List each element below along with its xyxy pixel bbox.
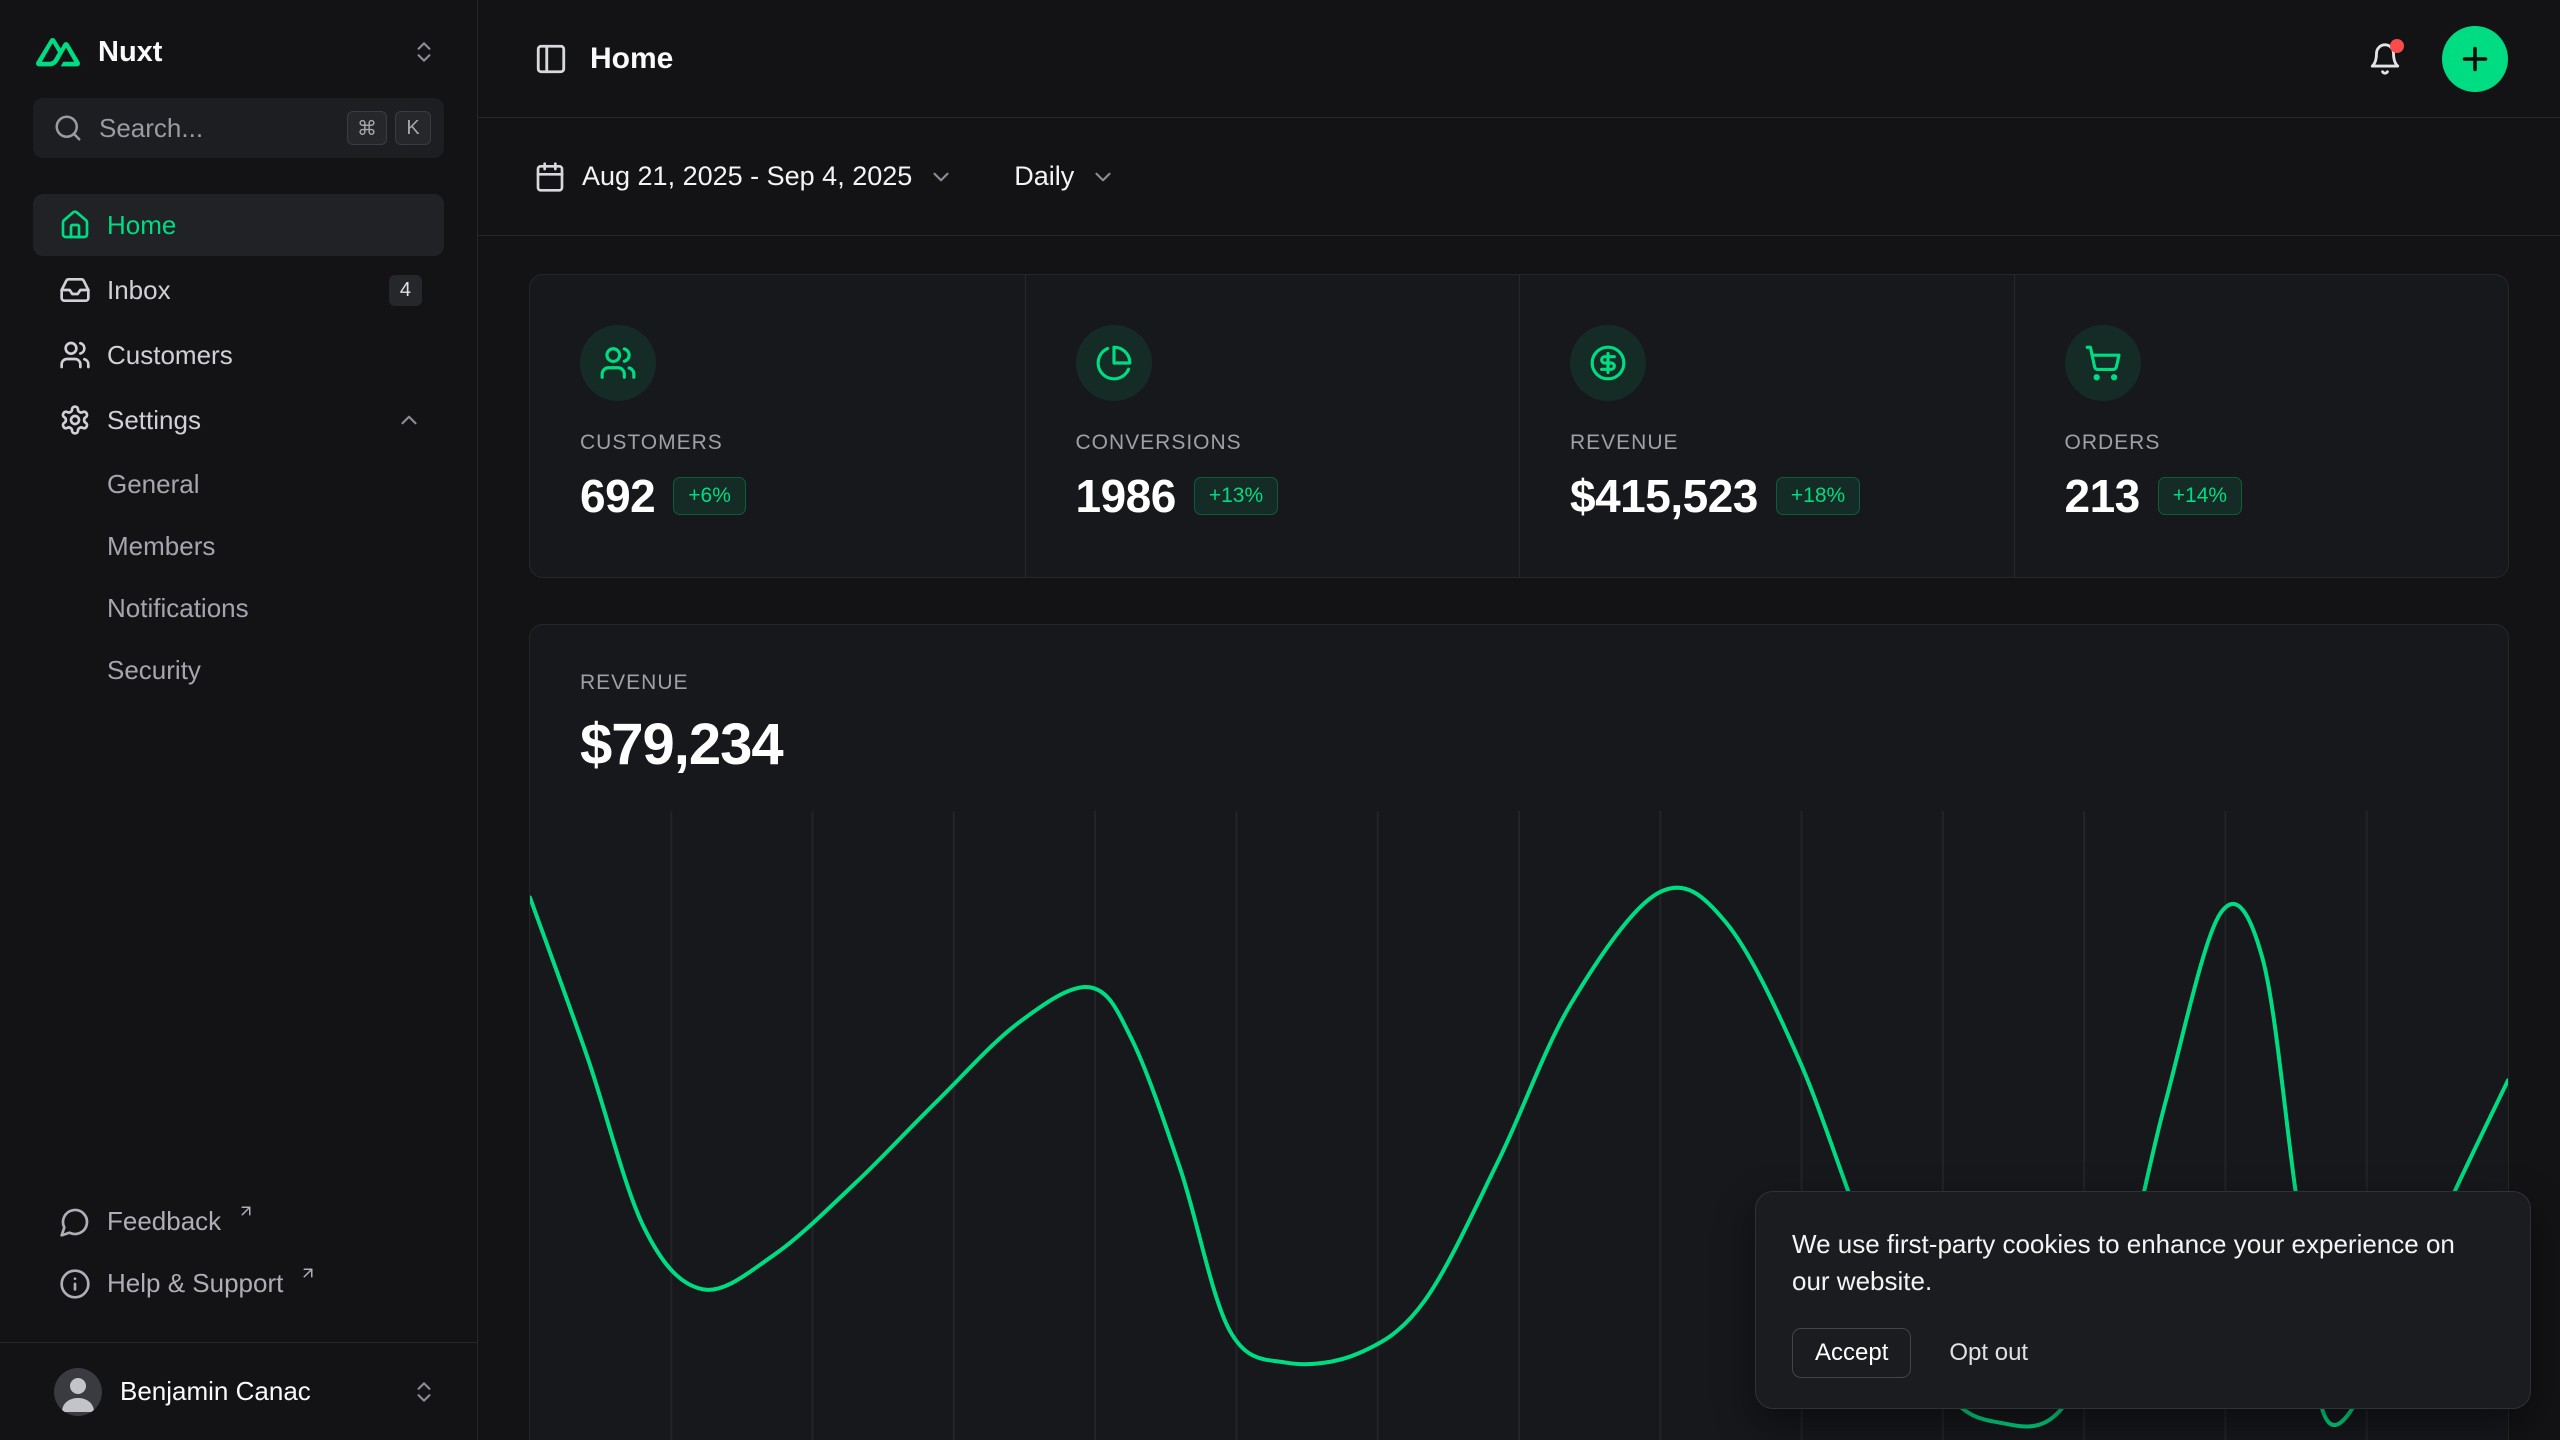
- user-name: Benjamin Canac: [120, 1376, 311, 1407]
- stat-card-revenue[interactable]: REVENUE $415,523 +18%: [1519, 275, 2014, 577]
- date-range-picker[interactable]: Aug 21, 2025 - Sep 4, 2025: [534, 161, 954, 193]
- stat-delta-badge: +14%: [2158, 477, 2242, 515]
- sidebar: Nuxt Search... ⌘ K Home: [0, 0, 478, 1440]
- stat-card-orders[interactable]: ORDERS 213 +14%: [2014, 275, 2509, 577]
- gear-icon: [59, 404, 91, 436]
- workspace-switcher[interactable]: Nuxt: [0, 0, 477, 98]
- page-title: Home: [590, 42, 673, 76]
- accept-cookies-button[interactable]: Accept: [1792, 1328, 1911, 1378]
- revenue-chart-value: $79,234: [580, 711, 2458, 778]
- sidebar-item-label: Customers: [107, 340, 233, 371]
- stat-value: 1986: [1076, 469, 1176, 523]
- revenue-chart-header: REVENUE $79,234: [530, 625, 2508, 778]
- kbd-meta: ⌘: [347, 111, 387, 145]
- stat-delta-badge: +18%: [1776, 477, 1860, 515]
- page-header: Home: [478, 0, 2560, 118]
- stat-card-customers[interactable]: CUSTOMERS 692 +6%: [530, 275, 1025, 577]
- sidebar-item-label: Home: [107, 210, 176, 241]
- workspace-name: Nuxt: [98, 36, 162, 69]
- shopping-cart-icon: [2065, 325, 2141, 401]
- chevron-down-icon: [1090, 164, 1116, 190]
- avatar: [54, 1368, 102, 1416]
- info-circle-icon: [59, 1268, 91, 1300]
- search-shortcut: ⌘ K: [347, 111, 431, 145]
- search-placeholder: Search...: [99, 113, 203, 144]
- users-icon: [59, 339, 91, 371]
- chevron-up-icon: [396, 407, 422, 433]
- sub-item-label: General: [107, 469, 200, 500]
- help-support-link[interactable]: Help & Support: [33, 1254, 444, 1316]
- sidebar-item-label: Inbox: [107, 275, 171, 306]
- plus-icon: [2457, 41, 2493, 77]
- stat-delta-badge: +6%: [673, 477, 746, 515]
- stat-label: ORDERS: [2065, 431, 2469, 455]
- footer-link-label: Feedback: [107, 1206, 221, 1237]
- add-button[interactable]: [2442, 26, 2508, 92]
- notification-dot: [2390, 39, 2404, 53]
- period-select[interactable]: Daily: [1014, 161, 1116, 192]
- sub-item-label: Members: [107, 531, 215, 562]
- pie-chart-icon: [1076, 325, 1152, 401]
- message-circle-icon: [59, 1206, 91, 1238]
- users-icon: [580, 325, 656, 401]
- chevrons-up-down-icon: [411, 1379, 437, 1405]
- date-range-label: Aug 21, 2025 - Sep 4, 2025: [582, 161, 912, 192]
- stat-value: 692: [580, 469, 655, 523]
- calendar-icon: [534, 161, 566, 193]
- sidebar-item-notifications[interactable]: Notifications: [33, 578, 444, 638]
- panel-left-icon[interactable]: [534, 42, 568, 76]
- kbd-k: K: [395, 111, 431, 145]
- page-header-left: Home: [534, 42, 673, 76]
- search-input[interactable]: Search... ⌘ K: [33, 98, 444, 158]
- stat-label: REVENUE: [1570, 431, 1974, 455]
- sidebar-item-members[interactable]: Members: [33, 516, 444, 576]
- cookie-message: We use first-party cookies to enhance yo…: [1792, 1226, 2472, 1300]
- cookie-actions: Accept Opt out: [1792, 1328, 2494, 1378]
- stat-card-conversions[interactable]: CONVERSIONS 1986 +13%: [1025, 275, 1520, 577]
- sidebar-footer: Feedback Help & Support: [0, 1192, 477, 1342]
- sub-item-label: Notifications: [107, 593, 249, 624]
- sidebar-item-home[interactable]: Home: [33, 194, 444, 256]
- cookie-consent-banner: We use first-party cookies to enhance yo…: [1755, 1191, 2531, 1409]
- user-menu[interactable]: Benjamin Canac: [0, 1342, 477, 1440]
- period-label: Daily: [1014, 161, 1074, 192]
- sub-item-label: Security: [107, 655, 201, 686]
- stat-label: CONVERSIONS: [1076, 431, 1480, 455]
- feedback-link[interactable]: Feedback: [33, 1192, 444, 1254]
- external-link-icon: [237, 1202, 255, 1220]
- inbox-count-badge: 4: [389, 275, 422, 306]
- sidebar-item-label: Settings: [107, 405, 201, 436]
- stat-delta-badge: +13%: [1194, 477, 1278, 515]
- sidebar-item-customers[interactable]: Customers: [33, 324, 444, 386]
- page-header-actions: [2368, 26, 2508, 92]
- footer-link-label: Help & Support: [107, 1268, 283, 1299]
- sidebar-nav: Home Inbox 4 Customers Settings: [0, 158, 477, 702]
- sidebar-item-inbox[interactable]: Inbox 4: [33, 259, 444, 321]
- stat-value: $415,523: [1570, 469, 1758, 523]
- circle-dollar-icon: [1570, 325, 1646, 401]
- sidebar-item-settings[interactable]: Settings: [33, 389, 444, 451]
- nuxt-logo-icon: [36, 30, 80, 74]
- external-link-icon: [299, 1264, 317, 1282]
- home-icon: [59, 209, 91, 241]
- sidebar-item-general[interactable]: General: [33, 454, 444, 514]
- stat-label: CUSTOMERS: [580, 431, 985, 455]
- revenue-chart-label: REVENUE: [580, 671, 2458, 695]
- stats-row: CUSTOMERS 692 +6% CONVERSIONS 1986 +13%: [529, 274, 2509, 578]
- sidebar-item-security[interactable]: Security: [33, 640, 444, 700]
- inbox-icon: [59, 274, 91, 306]
- notifications-button[interactable]: [2368, 42, 2402, 76]
- chevrons-up-down-icon: [411, 39, 437, 65]
- stat-value: 213: [2065, 469, 2140, 523]
- settings-subnav: General Members Notifications Security: [33, 454, 444, 700]
- chevron-down-icon: [928, 164, 954, 190]
- opt-out-button[interactable]: Opt out: [1949, 1339, 2028, 1367]
- search-icon: [53, 113, 83, 143]
- filters-toolbar: Aug 21, 2025 - Sep 4, 2025 Daily: [478, 118, 2560, 236]
